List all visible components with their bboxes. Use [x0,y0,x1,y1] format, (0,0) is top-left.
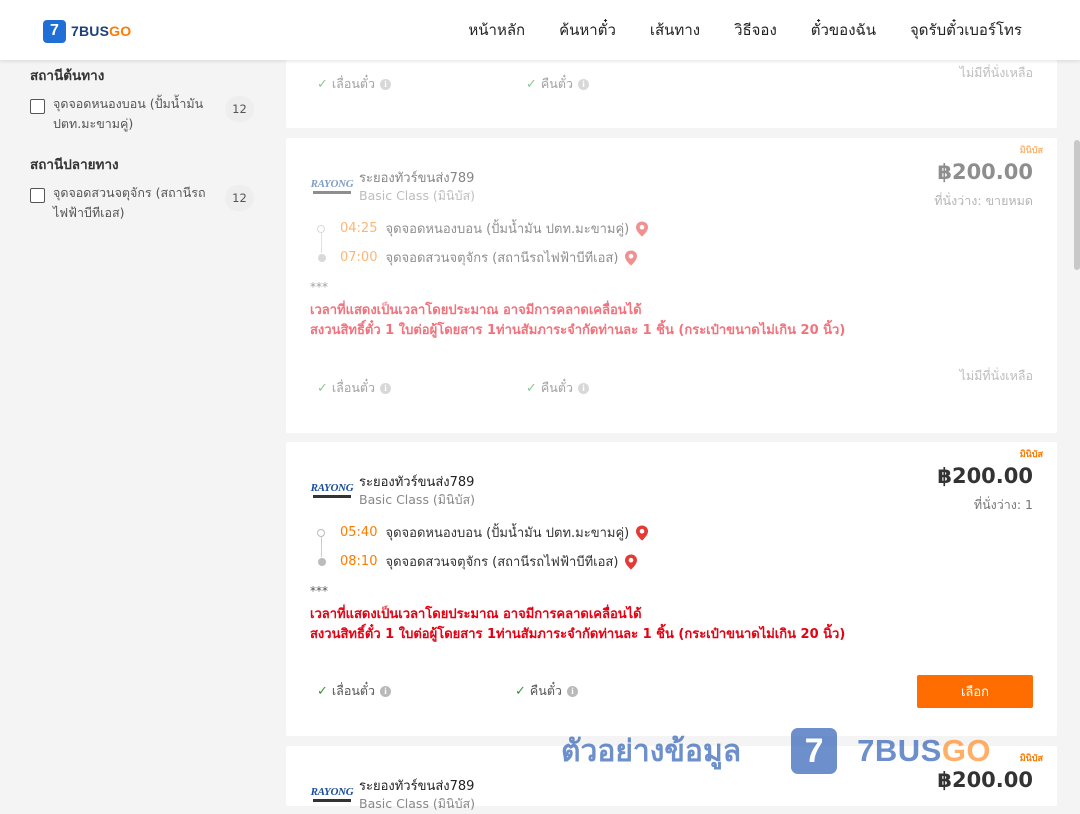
arrival-dot [318,254,326,262]
refund-feature: ✓ คืนตั๋ว i [526,74,589,94]
nav-search-tickets[interactable]: ค้นหาตั๋ว [559,18,616,42]
nav-home[interactable]: หน้าหลัก [468,18,525,42]
bus-type-tag: มินิบัส [1019,146,1043,156]
check-icon: ✓ [317,683,328,699]
time-disclaimer: เวลาที่แสดงเป็นเวลาโดยประมาณ อาจมีการคลา… [310,303,642,318]
origin-option-label: จุดจอดหนองบอน (ปั้มน้ำมัน ปตท.มะขามคู่) [53,96,204,131]
info-icon[interactable]: i [380,78,392,90]
arrival-time: 08:10 [340,554,378,569]
availability-status: ไม่มีที่นั่งเหลือ [959,368,1033,383]
check-icon: ✓ [317,76,328,92]
watermark-brand-name: 7BUSGO [857,733,992,768]
filter-sidebar: สถานีต้นทาง จุดจอดหนองบอน (ปั้มน้ำมัน ปต… [30,60,260,223]
destination-checkbox[interactable] [30,188,45,203]
destination-filter-title: สถานีปลายทาง [30,157,119,173]
reschedule-feature: ✓ เลื่อนตั๋ว i [317,378,392,398]
info-icon[interactable]: i [577,382,589,394]
top-header: 7 7BUSGO หน้าหลัก ค้นหาตั๋ว เส้นทาง วิธี… [0,0,1080,60]
luggage-policy: สงวนสิทธิ์ตั๋ว 1 ใบต่อผู้โดยสาร 1ท่านสัม… [310,323,846,338]
nav-how-to-book[interactable]: วิธีจอง [734,18,777,42]
page-scrollbar[interactable] [1074,60,1080,800]
origin-filter-option[interactable]: จุดจอดหนองบอน (ปั้มน้ำมัน ปตท.มะขามคู่) … [30,96,260,134]
refund-feature: ✓ คืนตั๋ว i [526,378,589,398]
trip-card-0425: มินิบัส RAYONG ระยองทัวร์ขนส่ง789 Basic … [286,138,1057,433]
service-class: Basic Class (มินิบัส) [359,188,476,203]
check-icon: ✓ [317,380,328,396]
arrival-stop: 07:00 จุดจอดสวนจตุจักร (สถานีรถไฟฟ้าบีที… [340,247,638,268]
info-icon[interactable]: i [577,78,589,90]
map-pin-icon[interactable] [635,525,649,541]
origin-checkbox[interactable] [30,99,45,114]
operator-logo: RAYONG [311,177,354,194]
ticket-price: ฿200.00 [937,160,1033,184]
brand-mark: 7 [43,19,66,43]
nav-routes[interactable]: เส้นทาง [650,18,700,42]
trip-card-0540: มินิบัส RAYONG ระยองทัวร์ขนส่ง789 Basic … [286,442,1057,736]
check-icon: ✓ [526,380,537,396]
destination-option-label: จุดจอดสวนจตุจักร (สถานีรถไฟฟ้าบีทีเอส) [53,185,206,220]
operator-name: ระยองทัวร์ขนส่ง789 [359,779,475,794]
seat-availability: ที่นั่งว่าง: 1 [973,497,1033,512]
watermark-text: ตัวอย่างข้อมูล [561,733,742,769]
seat-availability: ที่นั่งว่าง: ขายหมด [934,193,1033,208]
availability-status: ไม่มีที่นั่งเหลือ [959,65,1033,80]
info-icon[interactable]: i [380,685,392,697]
bus-type-tag: มินิบัส [1019,450,1043,460]
brand-logo[interactable]: 7 7BUSGO [43,19,131,43]
info-icon[interactable]: i [566,685,578,697]
nav-ticket-pickup-phone[interactable]: จุดรับตั๋วเบอร์โทร [910,18,1022,42]
route-line [321,537,322,557]
origin-count-badge: 12 [225,96,254,122]
reschedule-feature: ✓ เลื่อนตั๋ว i [317,74,392,94]
watermark-logo-mark: 7 [791,728,838,774]
departure-stop: 05:40 จุดจอดหนองบอน (ปั้มน้ำมัน ปตท.มะขา… [340,522,649,543]
reschedule-feature: ✓ เลื่อนตั๋ว i [317,681,392,701]
nav-my-tickets[interactable]: ตั๋วของฉัน [811,18,876,42]
time-disclaimer: เวลาที่แสดงเป็นเวลาโดยประมาณ อาจมีการคลา… [310,607,642,622]
service-class: Basic Class (มินิบัส) [359,492,476,507]
note-marker: *** [310,584,328,598]
check-icon: ✓ [526,76,537,92]
select-trip-button[interactable]: เลือก [917,675,1033,708]
map-pin-icon[interactable] [635,221,649,237]
map-pin-icon[interactable] [624,554,638,570]
operator-name: ระยองทัวร์ขนส่ง789 [359,171,475,186]
arrival-stop: 08:10 จุดจอดสวนจตุจักร (สถานีรถไฟฟ้าบีที… [340,551,638,572]
sample-data-watermark: ตัวอย่างข้อมูล 7 7BUSGO [561,724,991,778]
arrival-time: 07:00 [340,250,378,265]
operator-logo: RAYONG [311,481,354,498]
origin-filter-title: สถานีต้นทาง [30,68,105,84]
main-nav: หน้าหลัก ค้นหาตั๋ว เส้นทาง วิธีจอง ตั๋วข… [434,0,1022,60]
check-icon: ✓ [515,683,526,699]
arrival-dot [318,558,326,566]
destination-count-badge: 12 [225,185,254,211]
route-line [321,233,322,253]
destination-filter-option[interactable]: จุดจอดสวนจตุจักร (สถานีรถไฟฟ้าบีทีเอส) 1… [30,185,260,223]
note-marker: *** [310,280,328,294]
departure-dot [317,225,325,233]
operator-logo: RAYONG [311,785,354,802]
departure-time: 05:40 [340,525,378,540]
bus-type-tag: มินิบัส [1019,754,1043,764]
trip-card-sold-out-top: ✓ เลื่อนตั๋ว i ✓ คืนตั๋ว i ไม่มีที่นั่งเหลือ [286,56,1057,128]
service-class: Basic Class (มินิบัส) [359,796,476,811]
luggage-policy: สงวนสิทธิ์ตั๋ว 1 ใบต่อผู้โดยสาร 1ท่านสัม… [310,627,846,642]
info-icon[interactable]: i [380,382,392,394]
departure-stop: 04:25 จุดจอดหนองบอน (ปั้มน้ำมัน ปตท.มะขา… [340,218,649,239]
ticket-price: ฿200.00 [937,464,1033,488]
departure-dot [317,529,325,537]
operator-name: ระยองทัวร์ขนส่ง789 [359,475,475,490]
departure-time: 04:25 [340,221,378,236]
scrollbar-thumb[interactable] [1074,140,1080,270]
map-pin-icon[interactable] [624,250,638,266]
brand-name: 7BUSGO [71,23,132,39]
refund-feature: ✓ คืนตั๋ว i [515,681,578,701]
